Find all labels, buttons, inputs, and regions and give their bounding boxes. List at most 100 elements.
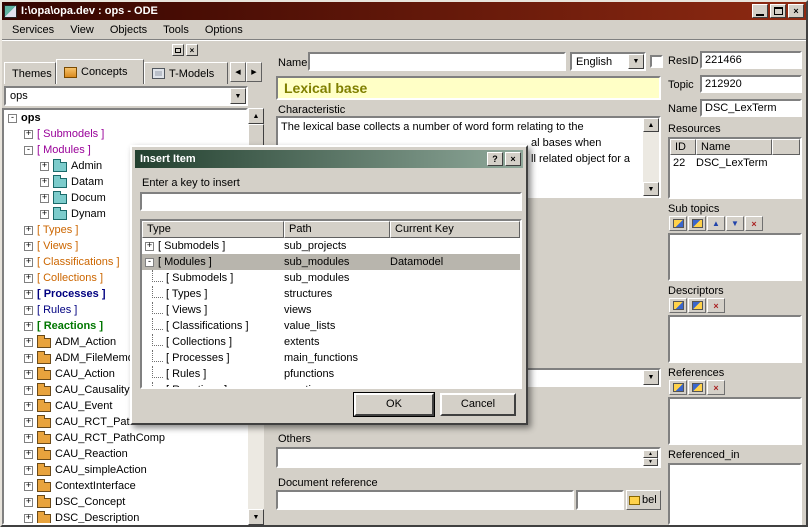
insert-table-row[interactable]: [ Submodels ] sub_projects	[142, 238, 520, 254]
topic-input[interactable]	[700, 75, 802, 93]
resource-row[interactable]: 22 DSC_LexTerm	[670, 155, 800, 170]
descriptors-list[interactable]	[668, 315, 802, 363]
tree-item[interactable]: ContextInterface	[4, 478, 246, 494]
maximize-button[interactable]	[770, 4, 786, 18]
column-header-path[interactable]: Path	[284, 221, 390, 238]
dialog-close-button[interactable]: ×	[505, 152, 521, 166]
tab-themes[interactable]: Themes	[4, 62, 56, 84]
insert-button[interactable]	[669, 298, 687, 313]
panel-float-button[interactable]	[172, 44, 184, 56]
expand-icon[interactable]	[24, 354, 33, 363]
concept-combobox[interactable]: ops ▼	[4, 86, 248, 106]
expand-icon[interactable]	[24, 482, 33, 491]
expand-icon[interactable]	[24, 306, 33, 315]
others-scrollbar[interactable]: ▲ ▼	[643, 450, 658, 465]
menu-item-services[interactable]: Services	[4, 21, 62, 39]
concept-combo-dropdown-button[interactable]: ▼	[230, 88, 246, 104]
tree-item[interactable]: [ Submodels ]	[4, 126, 246, 142]
others-input[interactable]: ▲ ▼	[276, 447, 661, 468]
insert-table-row[interactable]: [ Classifications ] value_lists	[142, 318, 520, 334]
insert-button[interactable]	[669, 216, 687, 231]
expand-icon[interactable]	[24, 322, 33, 331]
subtopics-list[interactable]	[668, 233, 802, 281]
unlink-button[interactable]: ×	[745, 216, 763, 231]
expand-icon[interactable]	[24, 418, 33, 427]
expand-icon[interactable]	[24, 242, 33, 251]
collapse-icon[interactable]	[145, 258, 154, 267]
column-header-current-key[interactable]: Current Key	[390, 221, 520, 238]
close-button[interactable]: ×	[788, 4, 804, 18]
unlink-button[interactable]: ×	[707, 298, 725, 313]
column-header-id[interactable]: ID	[670, 139, 696, 155]
scroll-up-button[interactable]: ▲	[248, 108, 264, 124]
scroll-down-button[interactable]: ▼	[248, 509, 264, 525]
tab-tmodels[interactable]: T-Models	[144, 62, 228, 84]
collapse-icon[interactable]	[8, 114, 17, 123]
scroll-up-button[interactable]: ▲	[643, 118, 659, 132]
window-titlebar[interactable]: I:\opa\opa.dev : ops - ODE ×	[2, 2, 806, 20]
insert-table-row[interactable]: [ Rules ] pfunctions	[142, 366, 520, 382]
move-down-button[interactable]: ▼	[726, 216, 744, 231]
insert-table-row[interactable]: [ Reactions ] reactions	[142, 382, 520, 389]
link-button[interactable]	[688, 298, 706, 313]
scroll-down-button[interactable]: ▼	[643, 458, 658, 466]
expand-icon[interactable]	[24, 514, 33, 523]
link-button[interactable]	[688, 216, 706, 231]
column-header-extra[interactable]	[772, 139, 800, 155]
expand-icon[interactable]	[24, 338, 33, 347]
unlink-button[interactable]: ×	[707, 380, 725, 395]
scroll-up-button[interactable]: ▲	[643, 450, 658, 458]
menu-item-tools[interactable]: Tools	[155, 21, 197, 39]
tree-item[interactable]: CAU_RCT_PathComp	[4, 430, 246, 446]
tab-concepts[interactable]: Concepts	[56, 59, 144, 84]
minimize-button[interactable]	[752, 4, 768, 18]
link-button[interactable]	[688, 380, 706, 395]
textarea-scrollbar[interactable]: ▲ ▼	[643, 118, 659, 196]
insert-table-row[interactable]: [ Types ] structures	[142, 286, 520, 302]
tree-item[interactable]: CAU_Reaction	[4, 446, 246, 462]
expand-icon[interactable]	[24, 466, 33, 475]
dialog-titlebar[interactable]: Insert Item ? ×	[135, 150, 523, 168]
label-button[interactable]: bel	[626, 490, 661, 510]
tree-item[interactable]: ops	[4, 110, 246, 126]
expand-icon[interactable]	[24, 226, 33, 235]
ok-button[interactable]: OK	[354, 393, 434, 416]
language-combobox[interactable]: English ▼	[570, 52, 646, 71]
expand-icon[interactable]	[40, 162, 49, 171]
expand-icon[interactable]	[24, 498, 33, 507]
column-header-name[interactable]: Name	[696, 139, 772, 155]
name-input[interactable]	[308, 52, 566, 71]
insert-table[interactable]: Type Path Current Key [ Submodels ] sub_…	[140, 219, 522, 389]
document-reference-secondary-input[interactable]	[576, 490, 624, 510]
references-list[interactable]	[668, 397, 802, 445]
tree-item[interactable]: CAU_simpleAction	[4, 462, 246, 478]
insert-item-dialog[interactable]: Insert Item ? × Enter a key to insert Ty…	[130, 145, 528, 425]
scroll-down-button[interactable]: ▼	[643, 182, 659, 196]
insert-table-row-selected[interactable]: [ Modules ] sub_modules Datamodel	[142, 254, 520, 270]
expand-icon[interactable]	[40, 178, 49, 187]
language-checkbox[interactable]	[650, 55, 663, 68]
collapse-icon[interactable]	[24, 146, 33, 155]
tab-scroll-left-button[interactable]: ◀	[230, 62, 246, 82]
tab-scroll-right-button[interactable]: ▶	[246, 62, 262, 82]
column-header-type[interactable]: Type	[142, 221, 284, 238]
expand-icon[interactable]	[40, 194, 49, 203]
tree-item[interactable]: DSC_Description	[4, 510, 246, 525]
expand-icon[interactable]	[24, 386, 33, 395]
insert-button[interactable]	[669, 380, 687, 395]
tree-item[interactable]: DSC_Concept	[4, 494, 246, 510]
expand-icon[interactable]	[24, 450, 33, 459]
expand-icon[interactable]	[24, 370, 33, 379]
expand-icon[interactable]	[24, 290, 33, 299]
selection-dropdown-button[interactable]: ▼	[643, 370, 659, 385]
insert-table-row[interactable]: [ Collections ] extents	[142, 334, 520, 350]
expand-icon[interactable]	[24, 434, 33, 443]
referenced-in-list[interactable]	[668, 463, 802, 525]
insert-table-row[interactable]: [ Processes ] main_functions	[142, 350, 520, 366]
move-up-button[interactable]: ▲	[707, 216, 725, 231]
expand-icon[interactable]	[145, 242, 154, 251]
expand-icon[interactable]	[40, 210, 49, 219]
dialog-help-button[interactable]: ?	[487, 152, 503, 166]
panel-close-button[interactable]: ×	[186, 44, 198, 56]
menu-item-objects[interactable]: Objects	[102, 21, 155, 39]
